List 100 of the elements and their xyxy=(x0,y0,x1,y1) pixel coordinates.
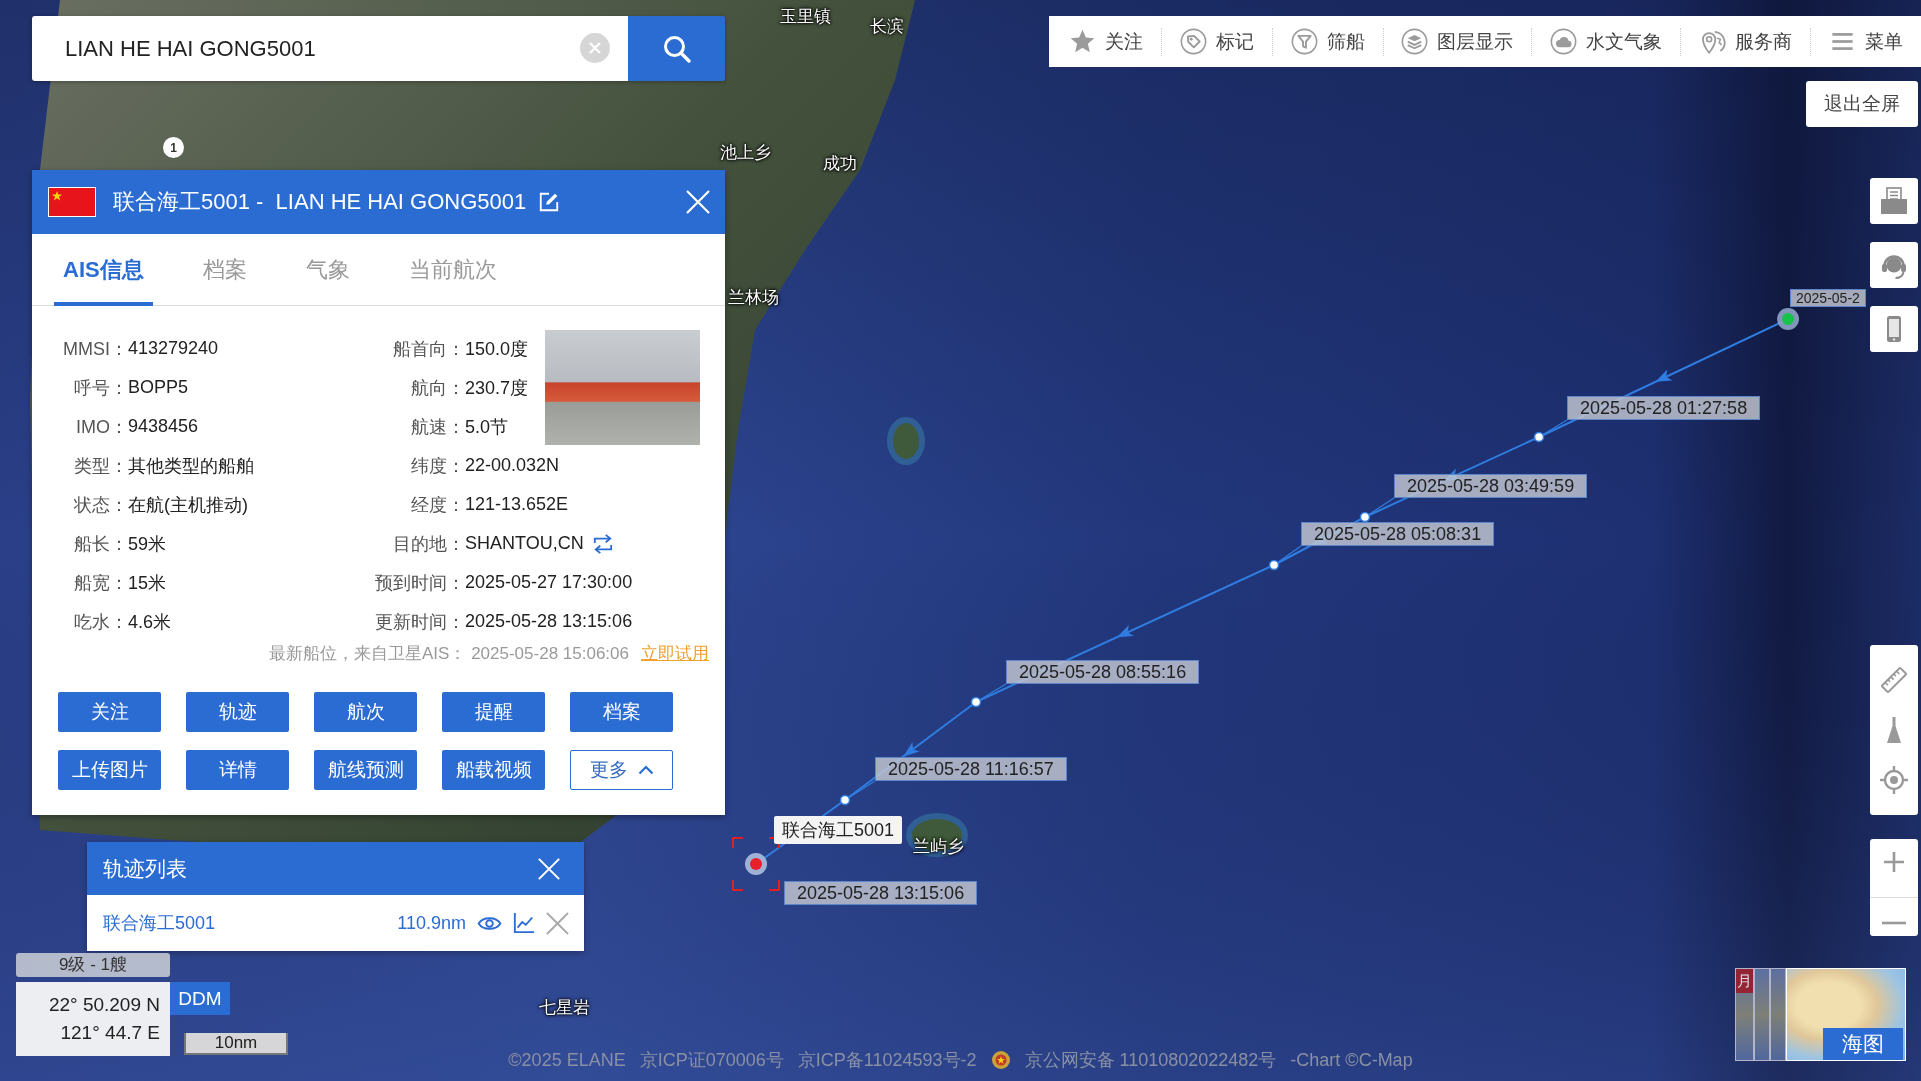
repeat-icon[interactable] xyxy=(591,533,614,554)
chart-thumbnail[interactable]: 海图 xyxy=(1786,968,1906,1061)
track-point-icon[interactable] xyxy=(1268,559,1280,571)
footer-text: 京ICP证070006号 xyxy=(639,1049,784,1072)
field-value: 2025-05-27 17:30:00 xyxy=(465,572,634,593)
tag-icon xyxy=(1179,28,1207,55)
action-button[interactable]: 档案 xyxy=(570,692,673,732)
coordinate-format-button[interactable]: DDM xyxy=(170,982,230,1015)
footer-text: -Chart ©C-Map xyxy=(1290,1049,1413,1071)
eye-icon[interactable] xyxy=(477,914,502,932)
track-time-label: 2025-05-2 xyxy=(1790,289,1866,307)
track-point-icon[interactable] xyxy=(839,794,851,806)
footer-text: ©2025 ELANE xyxy=(508,1049,626,1071)
field-label: 经度： xyxy=(410,493,465,517)
field-label: 航向： xyxy=(410,376,465,400)
action-button[interactable]: 轨迹 xyxy=(186,692,289,732)
place-label: 池上乡 xyxy=(720,143,771,163)
field-value: 59米 xyxy=(128,532,168,556)
field-label: 呼号： xyxy=(73,376,128,400)
locate-icon[interactable] xyxy=(1879,765,1909,795)
chart-layer-label: 海图 xyxy=(1823,1028,1903,1060)
layer-thumbnail[interactable] xyxy=(1770,968,1786,1061)
search-field[interactable]: LIAN HE HAI GONG5001 xyxy=(32,16,628,81)
latitude-text: 22° 50.209 N xyxy=(48,994,160,1016)
message-button[interactable] xyxy=(1870,178,1918,224)
place-label: 成功 xyxy=(823,154,857,174)
field-value: 413279240 xyxy=(128,338,220,359)
field-value: 5.0节 xyxy=(465,415,510,439)
map-pin-icon xyxy=(1699,28,1727,55)
track-time-label: 2025-05-28 05:08:31 xyxy=(1301,522,1495,546)
track-point-icon[interactable] xyxy=(1359,511,1371,523)
layer-thumbnail[interactable] xyxy=(1754,968,1770,1061)
search-button[interactable] xyxy=(628,16,725,81)
track-point-icon[interactable] xyxy=(970,696,982,708)
caret-up-icon xyxy=(637,765,654,775)
footer-text: 京ICP备11024593号-2 xyxy=(797,1049,977,1072)
action-button[interactable]: 关注 xyxy=(58,692,161,732)
field-label: 纬度： xyxy=(410,454,465,478)
field-label: 船首向： xyxy=(392,337,465,361)
field-label: 船长： xyxy=(73,532,128,556)
ruler-icon[interactable] xyxy=(1879,665,1909,695)
ship-count-label: 9级 - 1艘 xyxy=(16,953,170,977)
mobile-button[interactable] xyxy=(1870,306,1918,352)
ship-title: 联合海工5001 - LIAN HE HAI GONG5001 xyxy=(113,188,527,216)
flag-icon xyxy=(48,187,96,217)
action-button[interactable]: 提醒 xyxy=(442,692,545,732)
field-value: 其他类型的船舶 xyxy=(128,454,255,478)
police-badge-icon xyxy=(990,1050,1011,1070)
plus-icon[interactable] xyxy=(1882,850,1906,875)
tab[interactable]: 当前航次 xyxy=(399,234,506,306)
action-button[interactable]: 详情 xyxy=(186,750,289,790)
place-label: 七星岩 xyxy=(539,998,590,1018)
edit-icon[interactable] xyxy=(538,191,561,213)
field-value: 在航(主机推动) xyxy=(128,493,249,517)
start-point-icon[interactable] xyxy=(1777,308,1799,330)
action-button[interactable]: 航线预测 xyxy=(314,750,417,790)
chart-icon[interactable] xyxy=(513,912,535,934)
field-label: 吃水： xyxy=(73,610,128,634)
field-value: 9438456 xyxy=(128,416,200,437)
track-time-label: 2025-05-28 13:15:06 xyxy=(784,881,978,905)
field-value: 150.0度 xyxy=(465,337,530,361)
action-button[interactable]: 航次 xyxy=(314,692,417,732)
track-point-icon[interactable] xyxy=(1533,431,1545,443)
place-label: 兰林场 xyxy=(728,288,779,308)
star-icon xyxy=(1069,28,1096,55)
track-time-label: 2025-05-28 08:55:16 xyxy=(1006,660,1200,684)
ship-position-icon[interactable] xyxy=(732,837,780,891)
field-label: IMO： xyxy=(75,415,128,439)
action-button[interactable]: 上传图片 xyxy=(58,750,161,790)
track-time-label: 2025-05-28 11:16:57 xyxy=(875,757,1067,781)
field-value: BOPP5 xyxy=(128,377,190,398)
minus-icon[interactable] xyxy=(1882,920,1906,925)
field-value: 2025-05-28 13:15:06 xyxy=(465,611,634,632)
panel-title: 轨迹列表 xyxy=(103,855,187,882)
direction-arrow-icon xyxy=(903,742,920,757)
layer-label: 月 xyxy=(1736,969,1753,993)
tab[interactable]: 气象 xyxy=(296,234,359,306)
direction-arrow-icon xyxy=(1655,369,1673,382)
field-value: 15米 xyxy=(128,571,168,595)
more-button[interactable]: 更多 xyxy=(570,750,673,790)
place-label: 玉里镇 xyxy=(780,7,831,27)
field-value: 22-00.032N xyxy=(465,455,561,476)
track-time-label: 2025-05-28 03:49:59 xyxy=(1394,474,1588,498)
ship-photo-placeholder[interactable] xyxy=(545,330,700,445)
exit-fullscreen-button[interactable]: 退出全屏 xyxy=(1806,81,1918,127)
field-value: 4.6米 xyxy=(128,610,173,634)
support-button[interactable] xyxy=(1870,242,1918,288)
tab[interactable]: AIS信息 xyxy=(54,234,153,306)
layer-thumbnail[interactable]: 月 xyxy=(1735,968,1754,1061)
field-label: 目的地： xyxy=(392,532,465,556)
place-label: 长滨 xyxy=(870,17,904,37)
field-value: 121-13.652E xyxy=(465,494,570,515)
inbox-icon xyxy=(1879,186,1909,216)
action-button[interactable]: 船载视频 xyxy=(442,750,545,790)
field-label: 更新时间： xyxy=(374,610,465,634)
tab[interactable]: 档案 xyxy=(193,234,256,306)
place-label: 兰屿乡 xyxy=(913,837,964,857)
track-time-label: 2025-05-28 01:27:58 xyxy=(1567,396,1761,420)
filter-icon xyxy=(1290,28,1318,55)
track-name-link[interactable]: 联合海工5001 xyxy=(103,911,216,935)
